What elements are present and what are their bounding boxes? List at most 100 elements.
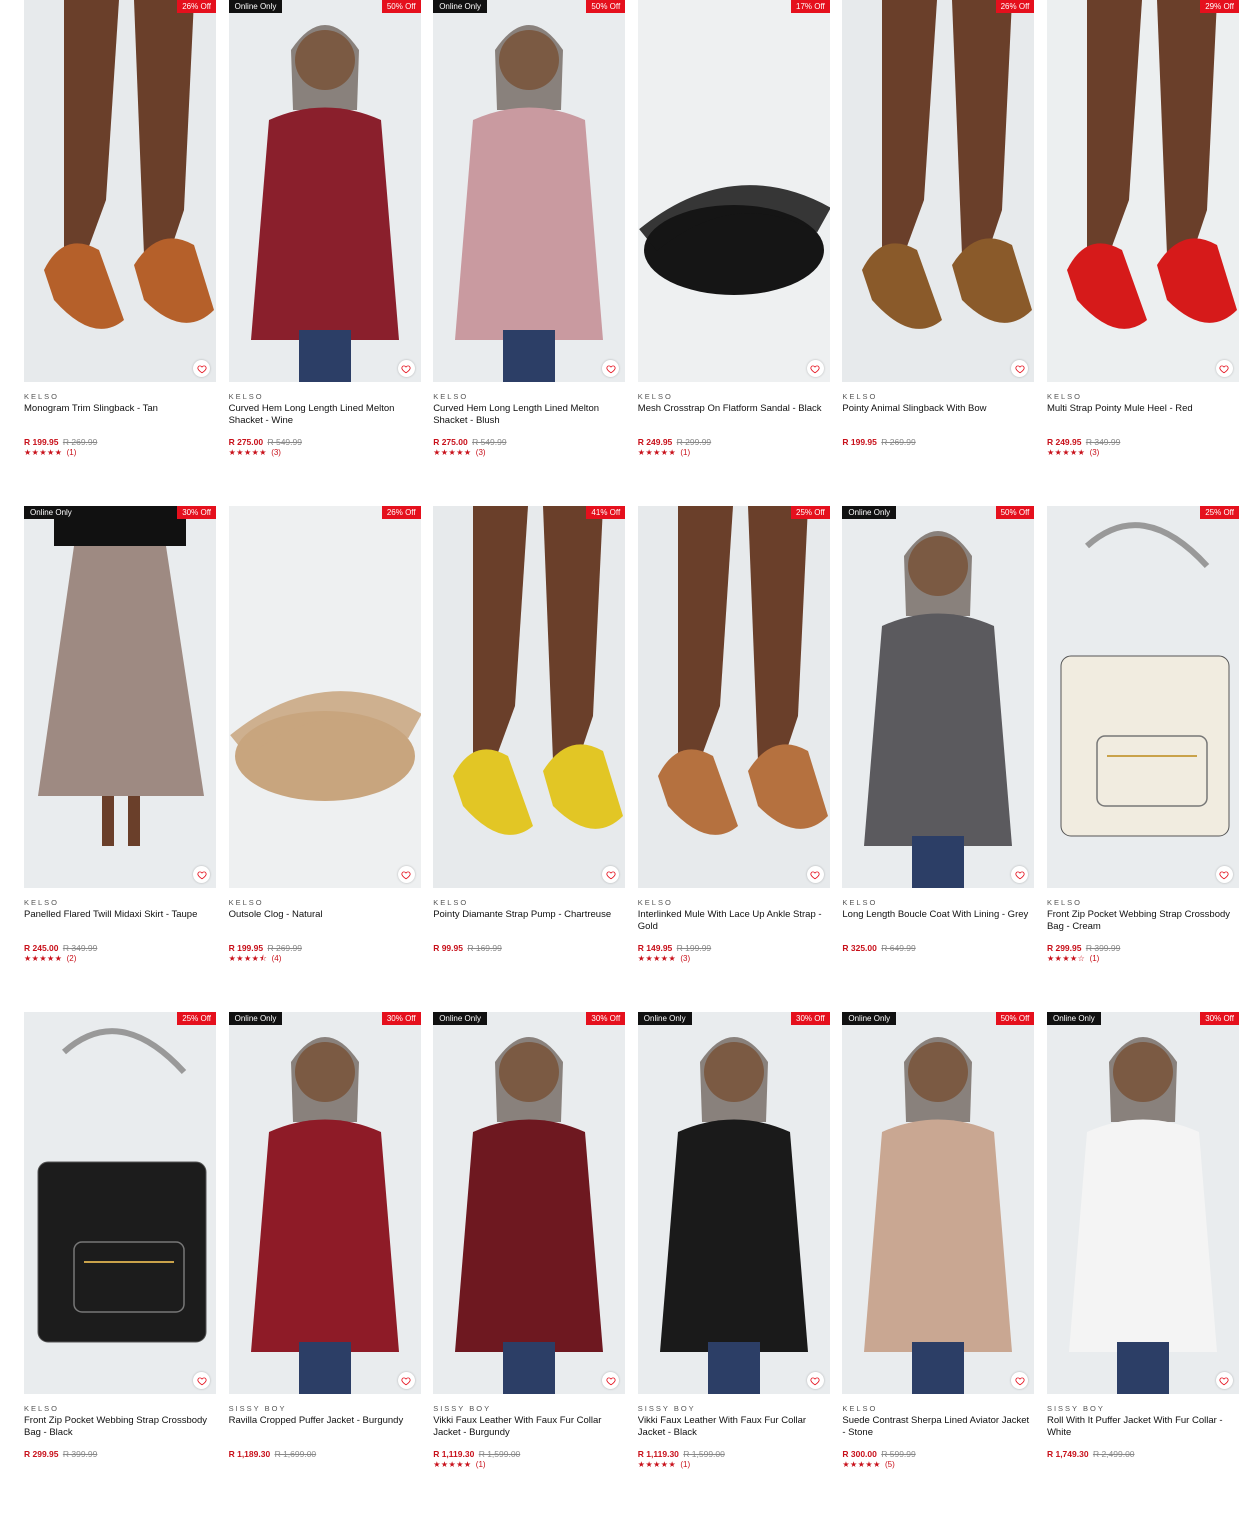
- wishlist-heart-button[interactable]: [1215, 1372, 1233, 1389]
- wishlist-heart-button[interactable]: [806, 360, 824, 377]
- product-name[interactable]: Interlinked Mule With Lace Up Ankle Stra…: [638, 909, 830, 943]
- wishlist-heart-button[interactable]: [1215, 866, 1233, 883]
- product-photo: [24, 0, 216, 382]
- product-image[interactable]: Online Only 30% Off: [228, 1012, 421, 1394]
- product-card[interactable]: 26% Off KELSO Outsole Clog - Natural R 1…: [228, 506, 421, 1012]
- sale-price: R 249.95: [1046, 437, 1082, 447]
- original-price: R 169.99: [467, 943, 502, 953]
- review-count[interactable]: (3): [1090, 448, 1100, 457]
- product-image[interactable]: 25% Off: [1046, 506, 1239, 888]
- review-count[interactable]: (4): [272, 954, 282, 963]
- review-count[interactable]: (3): [271, 448, 281, 457]
- product-card[interactable]: 25% Off KELSO Interlinked Mule With Lace…: [637, 506, 830, 1012]
- product-image[interactable]: 25% Off: [24, 1012, 216, 1394]
- wishlist-heart-button[interactable]: [397, 866, 415, 883]
- original-price: R 549.99: [267, 437, 302, 447]
- product-card[interactable]: Online Only 50% Off KELSO Suede Contrast…: [842, 1012, 1035, 1518]
- wishlist-heart-button[interactable]: [193, 1372, 210, 1389]
- product-image[interactable]: 26% Off: [228, 506, 421, 888]
- product-price: R 300.00 R 599.99: [842, 1449, 1034, 1459]
- product-rating: ★★★★★ (1): [24, 448, 216, 458]
- heart-icon: [1015, 870, 1025, 879]
- product-name[interactable]: Vikki Faux Leather With Faux Fur Collar …: [638, 1415, 830, 1449]
- product-card[interactable]: Online Only 30% Off SISSY BOY Vikki Faux…: [637, 1012, 830, 1518]
- product-name[interactable]: Outsole Clog - Natural: [229, 909, 421, 943]
- product-name[interactable]: Panelled Flared Twill Midaxi Skirt - Tau…: [24, 909, 216, 943]
- sale-price: R 1,749.30: [1046, 1449, 1089, 1459]
- product-price: R 249.95 R 349.99: [1047, 437, 1239, 447]
- product-image[interactable]: Online Only 50% Off: [433, 0, 626, 382]
- product-card[interactable]: Online Only 30% Off SISSY BOY Vikki Faux…: [433, 1012, 626, 1518]
- wishlist-heart-button[interactable]: [806, 866, 824, 883]
- original-price: R 399.99: [1085, 943, 1121, 953]
- product-card[interactable]: 26% Off KELSO Monogram Trim Slingback - …: [24, 0, 216, 506]
- product-card[interactable]: 41% Off KELSO Pointy Diamante Strap Pump…: [433, 506, 626, 1012]
- product-card[interactable]: Online Only 30% Off SISSY BOY Roll With …: [1046, 1012, 1239, 1518]
- review-count[interactable]: (1): [67, 448, 77, 457]
- product-image[interactable]: 41% Off: [433, 506, 626, 888]
- product-image[interactable]: Online Only 50% Off: [842, 1012, 1035, 1394]
- product-name[interactable]: Front Zip Pocket Webbing Strap Crossbody…: [1047, 909, 1239, 943]
- product-name[interactable]: Curved Hem Long Length Lined Melton Shac…: [433, 403, 625, 437]
- product-name[interactable]: Roll With It Puffer Jacket With Fur Coll…: [1047, 1415, 1239, 1449]
- review-count[interactable]: (2): [67, 954, 77, 963]
- product-name[interactable]: Multi Strap Pointy Mule Heel - Red: [1047, 403, 1239, 437]
- product-name[interactable]: Monogram Trim Slingback - Tan: [24, 403, 216, 437]
- wishlist-heart-button[interactable]: [1215, 360, 1233, 377]
- product-name[interactable]: Pointy Animal Slingback With Bow: [842, 403, 1034, 437]
- product-price: R 299.95 R 399.99: [24, 1449, 216, 1459]
- review-count[interactable]: (1): [476, 1460, 486, 1469]
- review-count[interactable]: (5): [885, 1460, 895, 1469]
- product-image[interactable]: 17% Off: [637, 0, 830, 382]
- star-rating-icon: ★★★★★: [842, 1460, 881, 1469]
- product-image[interactable]: Online Only 50% Off: [228, 0, 421, 382]
- product-name[interactable]: Suede Contrast Sherpa Lined Aviator Jack…: [842, 1415, 1034, 1449]
- product-photo: [842, 506, 1035, 888]
- product-card[interactable]: 25% Off KELSO Front Zip Pocket Webbing S…: [24, 1012, 216, 1518]
- original-price: R 299.99: [676, 437, 712, 447]
- product-card[interactable]: Online Only 30% Off KELSO Panelled Flare…: [24, 506, 216, 1012]
- product-card[interactable]: 26% Off KELSO Pointy Animal Slingback Wi…: [842, 0, 1035, 506]
- product-card[interactable]: Online Only 30% Off SISSY BOY Ravilla Cr…: [228, 1012, 421, 1518]
- product-image[interactable]: Online Only 50% Off: [842, 506, 1035, 888]
- product-card[interactable]: 25% Off KELSO Front Zip Pocket Webbing S…: [1046, 506, 1239, 1012]
- wishlist-heart-button[interactable]: [806, 1372, 824, 1389]
- product-card[interactable]: 17% Off KELSO Mesh Crosstrap On Flatform…: [637, 0, 830, 506]
- product-card[interactable]: Online Only 50% Off KELSO Curved Hem Lon…: [228, 0, 421, 506]
- product-name[interactable]: Curved Hem Long Length Lined Melton Shac…: [229, 403, 421, 437]
- wishlist-heart-button[interactable]: [193, 866, 210, 883]
- product-image[interactable]: Online Only 30% Off: [637, 1012, 830, 1394]
- product-image[interactable]: Online Only 30% Off: [433, 1012, 626, 1394]
- product-name[interactable]: Pointy Diamante Strap Pump - Chartreuse: [433, 909, 625, 943]
- sale-price: R 99.95: [433, 943, 463, 953]
- wishlist-heart-button[interactable]: [397, 360, 415, 377]
- product-card[interactable]: 29% Off KELSO Multi Strap Pointy Mule He…: [1046, 0, 1239, 506]
- product-name[interactable]: Long Length Boucle Coat With Lining - Gr…: [842, 909, 1034, 943]
- discount-badge: 25% Off: [791, 506, 830, 519]
- review-count[interactable]: (3): [680, 954, 690, 963]
- product-image[interactable]: 26% Off: [24, 0, 216, 382]
- product-card[interactable]: Online Only 50% Off KELSO Long Length Bo…: [842, 506, 1035, 1012]
- product-name[interactable]: Vikki Faux Leather With Faux Fur Collar …: [433, 1415, 625, 1449]
- product-image[interactable]: 25% Off: [637, 506, 830, 888]
- product-image[interactable]: Online Only 30% Off: [1046, 1012, 1239, 1394]
- product-image[interactable]: Online Only 30% Off: [24, 506, 216, 888]
- review-count[interactable]: (1): [680, 1460, 690, 1469]
- product-price: R 1,119.30 R 1,599.00: [638, 1449, 830, 1459]
- review-count[interactable]: (1): [1090, 954, 1100, 963]
- wishlist-heart-button[interactable]: [397, 1372, 415, 1389]
- review-count[interactable]: (3): [476, 448, 486, 457]
- product-name[interactable]: Mesh Crosstrap On Flatform Sandal - Blac…: [638, 403, 830, 437]
- star-rating-icon: ★★★★★: [228, 448, 267, 457]
- product-price: R 325.00 R 649.99: [842, 943, 1034, 953]
- wishlist-heart-button[interactable]: [193, 360, 210, 377]
- heart-icon: [401, 870, 411, 879]
- product-name[interactable]: Ravilla Cropped Puffer Jacket - Burgundy: [229, 1415, 421, 1449]
- product-card[interactable]: Online Only 50% Off KELSO Curved Hem Lon…: [433, 0, 626, 506]
- product-image[interactable]: 26% Off: [842, 0, 1035, 382]
- product-name[interactable]: Front Zip Pocket Webbing Strap Crossbody…: [24, 1415, 216, 1449]
- sale-price: R 199.95: [24, 437, 59, 447]
- product-image[interactable]: 29% Off: [1046, 0, 1239, 382]
- review-count[interactable]: (1): [680, 448, 690, 457]
- product-brand: KELSO: [842, 898, 878, 907]
